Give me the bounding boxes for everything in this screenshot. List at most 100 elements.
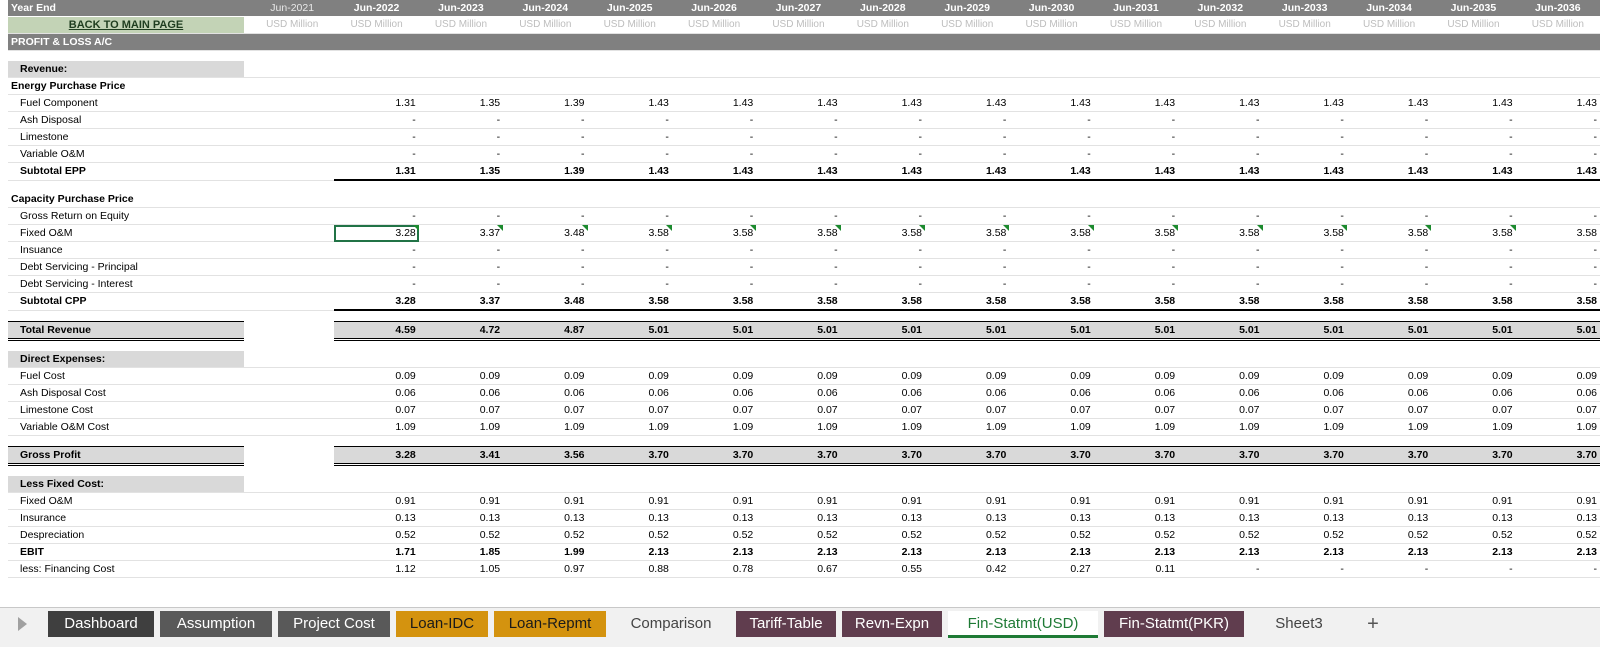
value-cell[interactable]: - — [840, 111, 925, 129]
value-cell[interactable] — [503, 476, 588, 493]
value-cell[interactable]: 3.58 — [1346, 292, 1432, 311]
value-cell[interactable]: 3.58 — [925, 224, 1010, 242]
value-cell[interactable] — [1515, 77, 1600, 95]
row-label[interactable]: Debt Servicing - Principal — [8, 258, 244, 276]
value-cell[interactable]: 3.58 — [1431, 292, 1516, 311]
unit-cell[interactable]: USD Million — [1431, 16, 1516, 34]
unit-cell[interactable]: USD Million — [250, 16, 335, 34]
value-cell[interactable] — [1093, 61, 1179, 78]
value-cell[interactable]: 1.31 — [334, 94, 419, 112]
value-cell[interactable] — [840, 77, 925, 95]
value-cell[interactable]: - — [418, 111, 504, 129]
value-cell[interactable] — [756, 351, 841, 368]
value-cell[interactable]: 0.13 — [1431, 509, 1516, 527]
value-cell[interactable]: - — [671, 275, 757, 293]
value-cell[interactable] — [250, 509, 335, 527]
value-cell[interactable] — [250, 321, 335, 340]
value-cell[interactable]: 1.43 — [1178, 162, 1263, 181]
year-header-10[interactable]: Jun-2031 — [1093, 0, 1179, 17]
row-label[interactable]: Subtotal CPP — [8, 292, 244, 311]
unit-cell[interactable]: USD Million — [503, 16, 588, 34]
value-cell[interactable]: 3.70 — [925, 446, 1010, 466]
row-label[interactable]: Ash Disposal Cost — [8, 384, 244, 402]
sheet-tab-loan-idc[interactable]: Loan-IDC — [396, 611, 488, 637]
value-cell[interactable]: 3.58 — [587, 224, 672, 242]
value-cell[interactable]: 3.58 — [1093, 224, 1179, 242]
value-cell[interactable]: 0.91 — [334, 492, 419, 510]
sheet-tab-dashboard[interactable]: Dashboard — [48, 611, 154, 637]
value-cell[interactable] — [925, 61, 1010, 78]
value-cell[interactable]: 3.56 — [503, 446, 588, 466]
value-cell[interactable]: 1.09 — [840, 418, 925, 436]
value-cell[interactable]: 0.13 — [418, 509, 504, 527]
year-header-0[interactable]: Jun-2021 — [250, 0, 335, 17]
value-cell[interactable]: - — [756, 241, 841, 259]
row-label[interactable]: Fuel Cost — [8, 367, 244, 385]
value-cell[interactable] — [587, 351, 672, 368]
value-cell[interactable] — [250, 275, 335, 293]
value-cell[interactable]: 0.91 — [418, 492, 504, 510]
value-cell[interactable]: 0.91 — [503, 492, 588, 510]
row-label[interactable]: Gross Profit — [8, 446, 244, 466]
sheet-tab-loan-repmt[interactable]: Loan-Repmt — [494, 611, 606, 637]
value-cell[interactable] — [418, 191, 504, 208]
value-cell[interactable] — [671, 61, 757, 78]
unit-cell[interactable]: USD Million — [1346, 16, 1432, 34]
unit-cell[interactable]: USD Million — [334, 16, 419, 34]
value-cell[interactable]: - — [1178, 207, 1263, 225]
value-cell[interactable]: - — [1431, 560, 1516, 578]
value-cell[interactable]: 1.09 — [1346, 418, 1432, 436]
value-cell[interactable]: 0.09 — [1262, 367, 1347, 385]
value-cell[interactable]: 3.58 — [840, 224, 925, 242]
sheet-tab-revn-expn[interactable]: Revn-Expn — [842, 611, 942, 637]
value-cell[interactable] — [250, 77, 335, 95]
value-cell[interactable]: 1.85 — [418, 543, 504, 561]
unit-cell[interactable]: USD Million — [671, 16, 757, 34]
value-cell[interactable] — [756, 77, 841, 95]
value-cell[interactable]: 0.52 — [1431, 526, 1516, 544]
value-cell[interactable]: - — [503, 128, 588, 146]
value-cell[interactable]: 0.07 — [1431, 401, 1516, 419]
sheet-tab-tariff-table[interactable]: Tariff-Table — [736, 611, 836, 637]
value-cell[interactable]: 0.09 — [925, 367, 1010, 385]
value-cell[interactable] — [1093, 77, 1179, 95]
value-cell[interactable]: - — [1093, 128, 1179, 146]
value-cell[interactable] — [418, 77, 504, 95]
value-cell[interactable]: 0.06 — [418, 384, 504, 402]
value-cell[interactable]: 0.06 — [334, 384, 419, 402]
value-cell[interactable]: 0.55 — [840, 560, 925, 578]
value-cell[interactable]: - — [1431, 258, 1516, 276]
value-cell[interactable] — [756, 191, 841, 208]
value-cell[interactable]: - — [1346, 207, 1432, 225]
value-cell[interactable]: 5.01 — [925, 321, 1010, 341]
value-cell[interactable]: 5.01 — [671, 321, 757, 341]
value-cell[interactable]: 1.99 — [503, 543, 588, 561]
row-label[interactable]: Fixed O&M — [8, 224, 244, 242]
value-cell[interactable] — [250, 526, 335, 544]
value-cell[interactable] — [1262, 77, 1347, 95]
value-cell[interactable]: 0.52 — [334, 526, 419, 544]
value-cell[interactable] — [1009, 476, 1094, 493]
value-cell[interactable]: 1.43 — [1093, 162, 1179, 181]
value-cell[interactable] — [418, 476, 504, 493]
value-cell[interactable]: 3.58 — [671, 292, 757, 311]
value-cell[interactable] — [671, 351, 757, 368]
value-cell[interactable]: - — [1346, 275, 1432, 293]
value-cell[interactable] — [1009, 191, 1094, 208]
value-cell[interactable]: - — [1515, 275, 1600, 293]
row-label[interactable]: Fuel Component — [8, 94, 244, 112]
value-cell[interactable]: 2.13 — [1346, 543, 1432, 561]
value-cell[interactable]: 3.28 — [334, 446, 419, 466]
sheet-tab-sheet3[interactable]: Sheet3 — [1250, 611, 1348, 637]
value-cell[interactable]: 3.58 — [1262, 224, 1347, 242]
value-cell[interactable] — [1515, 351, 1600, 368]
value-cell[interactable]: 3.58 — [756, 224, 841, 242]
value-cell[interactable]: 1.43 — [756, 162, 841, 181]
unit-cell[interactable]: USD Million — [925, 16, 1010, 34]
value-cell[interactable]: - — [925, 207, 1010, 225]
value-cell[interactable]: 1.35 — [418, 162, 504, 181]
value-cell[interactable]: 0.09 — [1178, 367, 1263, 385]
value-cell[interactable]: 3.28 — [334, 224, 419, 242]
value-cell[interactable] — [756, 61, 841, 78]
value-cell[interactable] — [671, 77, 757, 95]
